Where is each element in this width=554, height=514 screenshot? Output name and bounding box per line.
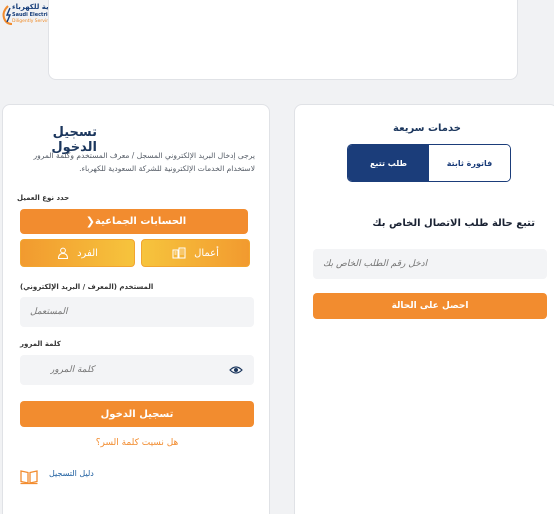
- track-request-title: تتبع حالة طلب الاتصال الخاص بك: [372, 218, 535, 229]
- quick-services-tabs: طلب تتبع فاتورة ثابتة: [347, 144, 511, 182]
- password-label: كلمة المرور: [20, 340, 61, 348]
- get-status-button[interactable]: احصل على الحالة: [313, 293, 547, 319]
- forgot-password-link[interactable]: هل نسيت كلمة السر؟: [20, 438, 254, 448]
- user-icon: [58, 247, 69, 259]
- password-input[interactable]: [20, 355, 254, 385]
- book-icon: [20, 470, 38, 485]
- login-card: تسجيل الدخول يرجى إدخال البريد الإلكترون…: [2, 104, 270, 514]
- quick-services-title: خدمات سريعة: [393, 123, 461, 134]
- business-label: أعمال: [194, 247, 219, 259]
- tab-fixed-bill[interactable]: فاتورة ثابتة: [429, 145, 510, 181]
- login-description: يرجى إدخال البريد الإلكتروني المسجل / مع…: [33, 151, 256, 173]
- individual-button[interactable]: الفرد: [20, 239, 135, 267]
- group-accounts-button[interactable]: الحسابات الجماعية ❮: [20, 209, 248, 234]
- username-label: المستخدم (المعرف / البريد الإلكتروني): [20, 283, 154, 291]
- username-input[interactable]: [20, 297, 254, 327]
- group-accounts-label: الحسابات الجماعية: [95, 216, 187, 227]
- top-card: [48, 0, 518, 80]
- registration-guide-link[interactable]: دليل التسجيل: [49, 469, 94, 478]
- account-type-label: حدد نوع العميل: [17, 194, 70, 202]
- building-icon: [172, 247, 186, 259]
- eye-icon[interactable]: [229, 363, 243, 377]
- request-number-input[interactable]: [313, 249, 547, 279]
- quick-services-card: خدمات سريعة طلب تتبع فاتورة ثابتة تتبع ح…: [294, 104, 554, 514]
- individual-label: الفرد: [77, 247, 98, 259]
- chevron-left-icon: ❮: [85, 215, 96, 228]
- login-button[interactable]: تسجيل الدخول: [20, 401, 254, 427]
- tab-track-request[interactable]: طلب تتبع: [348, 145, 429, 181]
- business-button[interactable]: أعمال: [141, 239, 250, 267]
